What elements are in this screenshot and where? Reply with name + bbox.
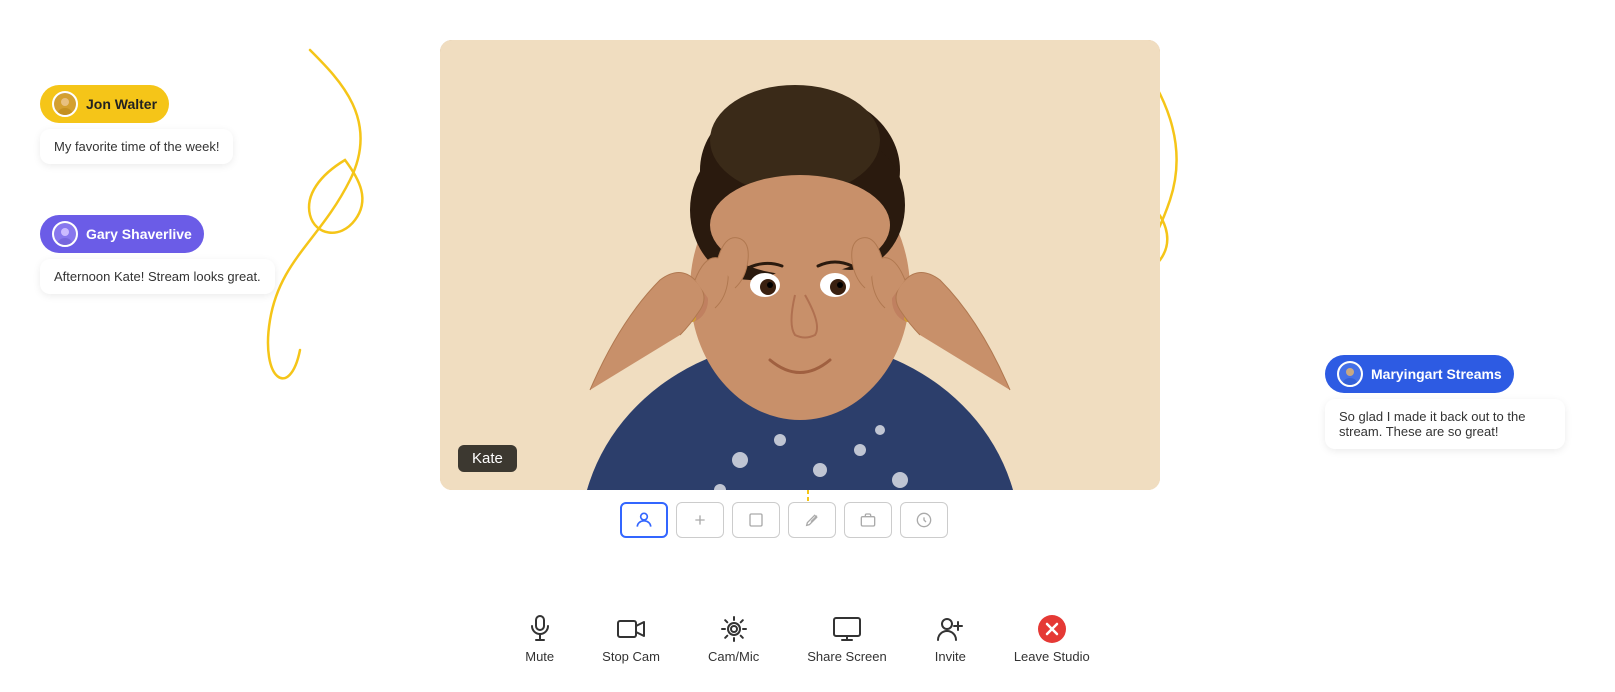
mary-name: Maryingart Streams — [1371, 366, 1502, 382]
share-screen-label: Share Screen — [807, 649, 887, 664]
jon-message: My favorite time of the week! — [40, 129, 233, 164]
cam-mic-button[interactable]: Cam/Mic — [708, 615, 759, 664]
video-feed — [440, 40, 1160, 490]
video-name-badge: Kate — [458, 445, 517, 472]
cam-mic-label: Cam/Mic — [708, 649, 759, 664]
leave-studio-button[interactable]: Leave Studio — [1014, 615, 1090, 664]
icon-btn-4[interactable] — [844, 502, 892, 538]
mute-label: Mute — [525, 649, 554, 664]
monitor-icon — [833, 615, 861, 643]
gary-avatar — [52, 221, 78, 247]
chat-bubble-mary: Maryingart Streams So glad I made it bac… — [1325, 355, 1565, 449]
mary-avatar — [1337, 361, 1363, 387]
leave-icon — [1038, 615, 1066, 643]
mic-icon — [526, 615, 554, 643]
stop-cam-label: Stop Cam — [602, 649, 660, 664]
stop-cam-button[interactable]: Stop Cam — [602, 615, 660, 664]
invite-label: Invite — [935, 649, 966, 664]
icon-toolbar — [620, 502, 948, 538]
invite-button[interactable]: Invite — [935, 615, 966, 664]
icon-btn-3[interactable] — [788, 502, 836, 538]
icon-btn-5[interactable] — [900, 502, 948, 538]
video-person-svg — [440, 40, 1160, 490]
icon-btn-2[interactable] — [732, 502, 780, 538]
leave-icon-bg — [1038, 615, 1066, 643]
person-add-icon — [936, 615, 964, 643]
mary-message: So glad I made it back out to the stream… — [1325, 399, 1565, 449]
person-icon-btn[interactable] — [620, 502, 668, 538]
icon-btn-1[interactable] — [676, 502, 724, 538]
gary-message: Afternoon Kate! Stream looks great. — [40, 259, 275, 294]
mute-button[interactable]: Mute — [525, 615, 554, 664]
video-container: Kate — [440, 40, 1160, 490]
leave-studio-label: Leave Studio — [1014, 649, 1090, 664]
chat-bubble-gary: Gary Shaverlive Afternoon Kate! Stream l… — [40, 215, 275, 294]
jon-name: Jon Walter — [86, 96, 157, 112]
camera-icon — [617, 615, 645, 643]
share-screen-button[interactable]: Share Screen — [807, 615, 887, 664]
chat-bubble-jon: Jon Walter My favorite time of the week! — [40, 85, 233, 164]
gary-name: Gary Shaverlive — [86, 226, 192, 242]
jon-avatar — [52, 91, 78, 117]
bottom-toolbar: Mute Stop Cam Cam/Mic — [0, 615, 1615, 664]
settings-icon — [720, 615, 748, 643]
